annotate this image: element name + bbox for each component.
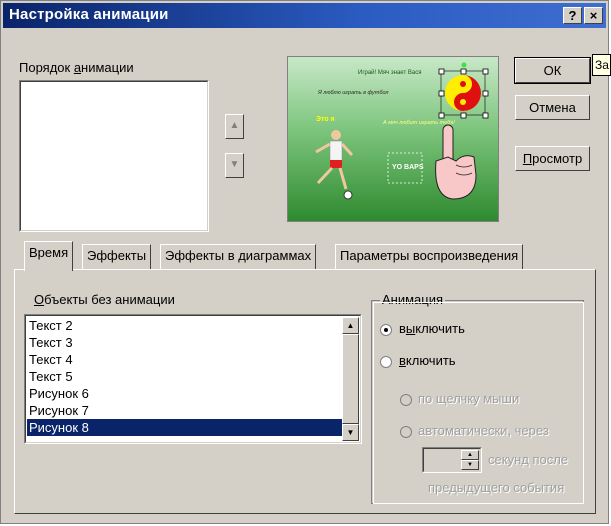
radio-off-label[interactable]: выключить	[399, 321, 465, 336]
list-item[interactable]: Рисунок 7	[27, 402, 342, 419]
tooltip: За	[592, 54, 611, 76]
arrow-down-icon: ▼	[229, 159, 240, 170]
arrow-down-icon: ▼	[346, 428, 355, 437]
spin-down-button: ▼	[461, 460, 479, 470]
radio-on[interactable]	[380, 356, 392, 368]
close-button[interactable]: ×	[584, 7, 603, 24]
tab-chart-effects[interactable]: Эффекты в диаграммах	[160, 244, 317, 269]
preview-text-2: Я люблю играть в футбол	[317, 90, 388, 96]
objects-list-scrollbar[interactable]: ▲ ▼	[342, 317, 359, 441]
arrow-up-icon: ▲	[467, 452, 473, 458]
previous-event-label: предыдущего события	[428, 480, 565, 495]
preview-text-box: YO BAPS	[387, 152, 424, 184]
arrow-up-icon: ▲	[346, 321, 355, 330]
radio-auto	[400, 426, 412, 438]
animation-settings-dialog: Настройка анимации ? × Порядок анимации …	[0, 0, 611, 524]
list-item[interactable]: Рисунок 6	[27, 385, 342, 402]
radio-on-click	[400, 394, 412, 406]
scroll-thumb[interactable]	[342, 334, 359, 424]
list-item[interactable]: Текст 3	[27, 334, 342, 351]
objects-list-items: Текст 2 Текст 3 Текст 4 Текст 5 Рисунок …	[27, 317, 342, 436]
preview-button[interactable]: Просмотр	[515, 146, 590, 171]
ok-button[interactable]: ОК	[514, 57, 591, 84]
arrow-down-icon: ▼	[467, 462, 473, 468]
animation-group-title: Анимация	[380, 292, 446, 307]
slide-preview: Играй! Мяч знает Вася Я люблю играть в ф…	[287, 56, 499, 222]
preview-text-3: Это я	[316, 116, 335, 123]
pointing-hand-image	[435, 124, 477, 200]
slide-preview-graphic: Играй! Мяч знает Вася Я люблю играть в ф…	[315, 62, 489, 200]
list-item[interactable]: Текст 4	[27, 351, 342, 368]
list-item-selected[interactable]: Рисунок 8	[27, 419, 342, 436]
svg-text:YO BAPS: YO BAPS	[392, 164, 424, 171]
animation-order-label: Порядок анимации	[19, 60, 134, 75]
move-up-button[interactable]: ▲	[225, 114, 244, 139]
scroll-down-button[interactable]: ▼	[342, 424, 359, 441]
soccer-player-image	[315, 130, 354, 200]
arrow-up-icon: ▲	[229, 120, 240, 131]
tab-playback-options[interactable]: Параметры воспроизведения	[335, 244, 524, 269]
seconds-after-label: секунд после	[488, 452, 569, 467]
title-bar[interactable]: Настройка анимации ? ×	[3, 3, 606, 28]
preview-text-1: Играй! Мяч знает Вася	[358, 69, 421, 76]
window-title: Настройка анимации	[9, 6, 169, 23]
radio-on-click-label: по щелчку мыши	[418, 391, 520, 406]
seconds-spinner: ▲ ▼	[422, 447, 482, 473]
help-button[interactable]: ?	[563, 7, 582, 24]
tab-time[interactable]: Время	[24, 241, 74, 271]
objects-list[interactable]: Текст 2 Текст 3 Текст 4 Текст 5 Рисунок …	[24, 314, 362, 444]
radio-on-label[interactable]: включить	[399, 353, 456, 368]
scroll-up-button[interactable]: ▲	[342, 317, 359, 334]
move-down-button[interactable]: ▼	[225, 153, 244, 178]
radio-auto-label: автоматически, через	[418, 423, 549, 438]
preview-text-4: А мяч любит играть тебя!	[382, 120, 455, 126]
list-item[interactable]: Текст 5	[27, 368, 342, 385]
objects-without-animation-label: Объекты без анимации	[34, 292, 175, 307]
tab-effects[interactable]: Эффекты	[82, 244, 152, 269]
tab-panel-time: Объекты без анимации Текст 2 Текст 3 Тек…	[14, 269, 596, 514]
radio-off[interactable]	[380, 324, 392, 336]
yin-yang-image	[438, 62, 489, 119]
animation-order-list[interactable]	[19, 80, 209, 232]
list-item[interactable]: Текст 2	[27, 317, 342, 334]
spin-up-button: ▲	[461, 450, 479, 460]
animation-group: Анимация выключить включить по щелчку мы…	[371, 292, 584, 504]
cancel-button[interactable]: Отмена	[515, 95, 590, 120]
